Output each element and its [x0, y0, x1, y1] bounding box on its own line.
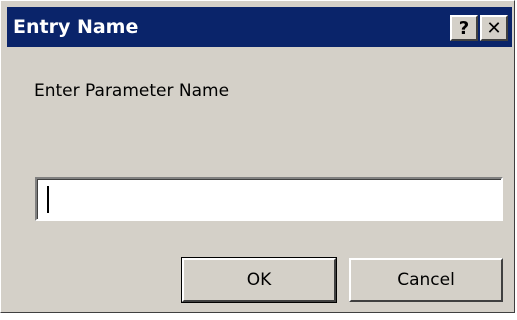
ok-button[interactable]: OK: [181, 257, 337, 303]
close-icon: ✕: [486, 17, 502, 39]
text-caret: [47, 186, 49, 213]
parameter-name-input[interactable]: [35, 177, 503, 221]
title-bar[interactable]: Entry Name ? ✕: [7, 7, 512, 47]
help-button[interactable]: ?: [450, 15, 478, 41]
prompt-label: Enter Parameter Name: [34, 81, 230, 101]
cancel-button[interactable]: Cancel: [349, 258, 503, 302]
window-title: Entry Name: [13, 16, 139, 38]
entry-name-dialog: Entry Name ? ✕ Enter Parameter Name OK C…: [0, 0, 515, 313]
close-button[interactable]: ✕: [480, 15, 508, 41]
question-mark-icon: ?: [458, 17, 470, 39]
